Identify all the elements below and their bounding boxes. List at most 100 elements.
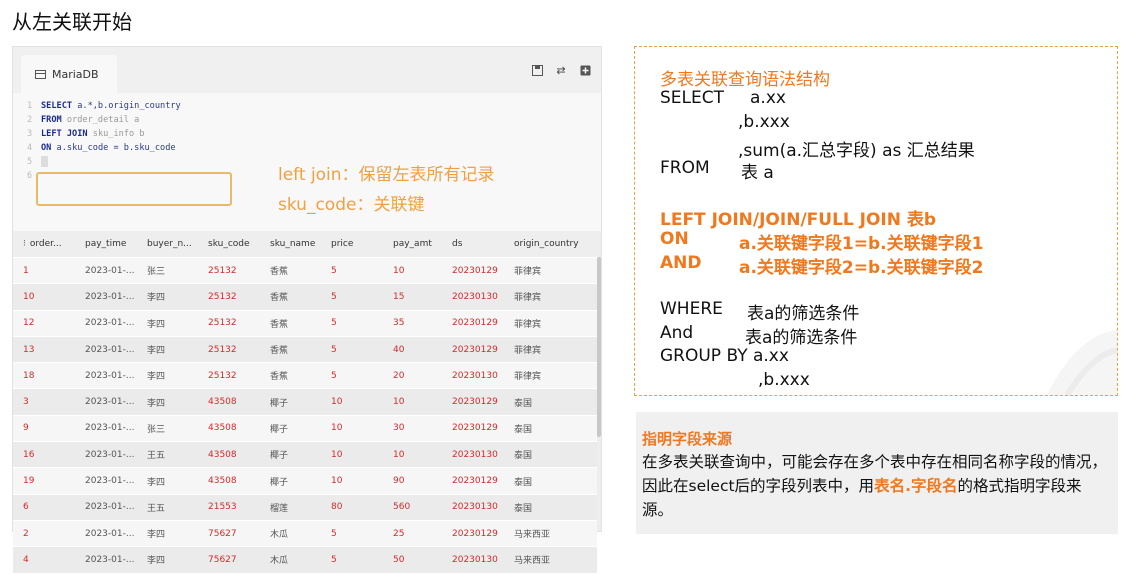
table-cell[interactable]: 9 (13, 423, 75, 433)
table-cell[interactable]: 香蕉 (260, 264, 321, 277)
table-cell[interactable]: 2023-01-... (75, 397, 137, 407)
table-cell[interactable]: 20230130 (442, 502, 504, 512)
table-cell[interactable]: 6 (13, 502, 75, 512)
table-cell[interactable]: 560 (383, 502, 442, 512)
column-header[interactable]: origin_country (504, 239, 597, 249)
table-cell[interactable]: 5 (321, 529, 383, 539)
table-cell[interactable]: 1 (13, 266, 75, 276)
column-header[interactable]: sku_name (260, 239, 321, 249)
table-row[interactable]: 2 2023-01-... 李四 75627 木瓜 5 25 20230129 马来西亚 (13, 520, 597, 548)
table-cell[interactable]: 马来西亚 (504, 527, 597, 540)
table-cell[interactable]: 10 (321, 397, 383, 407)
table-cell[interactable]: 香蕉 (260, 290, 321, 303)
table-cell[interactable]: 80 (321, 502, 383, 512)
table-cell[interactable]: 5 (321, 292, 383, 302)
table-cell[interactable]: 10 (383, 450, 442, 460)
table-cell[interactable]: 3 (13, 397, 75, 407)
table-cell[interactable]: 泰国 (504, 475, 597, 488)
grid-scrollbar[interactable] (597, 257, 601, 437)
table-row[interactable]: 10 2023-01-... 李四 25132 香蕉 5 15 20230130 菲律宾 (13, 284, 597, 311)
table-cell[interactable]: 泰国 (504, 396, 597, 409)
table-cell[interactable]: 20230130 (442, 292, 504, 302)
table-cell[interactable]: 43508 (198, 397, 260, 407)
table-cell[interactable]: 20230129 (442, 397, 504, 407)
table-cell[interactable]: 2 (13, 529, 75, 539)
table-cell[interactable]: 20230129 (442, 266, 504, 276)
table-cell[interactable]: 泰国 (504, 422, 597, 435)
table-row[interactable]: 6 2023-01-... 王五 21553 榴莲 80 560 20230130 泰国 (13, 494, 597, 521)
table-cell[interactable]: 43508 (198, 476, 260, 486)
table-cell[interactable]: 10 (13, 292, 75, 302)
table-cell[interactable]: 菲律宾 (504, 317, 597, 330)
table-cell[interactable]: 21553 (198, 502, 260, 512)
table-cell[interactable]: 20230129 (442, 476, 504, 486)
table-cell[interactable]: 10 (321, 476, 383, 486)
table-cell[interactable]: 李四 (137, 369, 198, 382)
table-cell[interactable]: 泰国 (504, 501, 597, 514)
table-cell[interactable]: 泰国 (504, 448, 597, 461)
table-cell[interactable]: 25132 (198, 292, 260, 302)
sql-editor[interactable]: 1 SELECT a.*,b.origin_country 2 FROM order… (13, 93, 601, 231)
table-cell[interactable]: 18 (13, 371, 75, 381)
table-cell[interactable]: 2023-01-... (75, 318, 137, 328)
save-icon[interactable] (531, 65, 543, 77)
table-cell[interactable]: 张三 (137, 264, 198, 277)
table-cell[interactable]: 16 (13, 450, 75, 460)
table-cell[interactable]: 40 (383, 345, 442, 355)
table-row[interactable]: 3 2023-01-... 李四 43508 椰子 10 10 20230129 泰国 (13, 389, 597, 416)
table-cell[interactable]: 10 (383, 266, 442, 276)
table-cell[interactable]: 2023-01-... (75, 371, 137, 381)
column-header[interactable]: price (321, 239, 383, 249)
table-cell[interactable]: 25 (383, 529, 442, 539)
table-cell[interactable]: 椰子 (260, 475, 321, 488)
table-cell[interactable]: 2023-01-... (75, 292, 137, 302)
column-header[interactable]: sku_code (198, 239, 260, 249)
table-cell[interactable]: 李四 (137, 527, 198, 540)
table-cell[interactable]: 20230130 (442, 450, 504, 460)
table-cell[interactable]: 10 (383, 397, 442, 407)
table-cell[interactable]: 2023-01-... (75, 555, 137, 565)
column-menu-icon[interactable]: ⁝ (23, 239, 26, 249)
column-header[interactable]: buyer_n... (137, 239, 198, 249)
table-cell[interactable]: 2023-01-... (75, 266, 137, 276)
code-area[interactable]: 1 SELECT a.*,b.origin_country 2 FROM order… (27, 99, 181, 183)
table-cell[interactable]: 25132 (198, 345, 260, 355)
table-cell[interactable]: 椰子 (260, 396, 321, 409)
table-cell[interactable]: 90 (383, 476, 442, 486)
table-cell[interactable]: 50 (383, 555, 442, 565)
table-cell[interactable]: 5 (321, 371, 383, 381)
table-row[interactable]: 4 2023-01-... 李四 75627 木瓜 5 50 20230130 马来西亚 (13, 547, 597, 574)
table-cell[interactable]: 椰子 (260, 448, 321, 461)
table-cell[interactable]: 榴莲 (260, 501, 321, 514)
table-cell[interactable]: 李四 (137, 475, 198, 488)
table-cell[interactable]: 5 (321, 555, 383, 565)
table-cell[interactable]: 20230130 (442, 371, 504, 381)
add-icon[interactable] (579, 65, 591, 77)
table-cell[interactable]: 椰子 (260, 422, 321, 435)
table-cell[interactable]: 木瓜 (260, 553, 321, 566)
table-cell[interactable]: 35 (383, 318, 442, 328)
table-cell[interactable]: 木瓜 (260, 527, 321, 540)
table-row[interactable]: 19 2023-01-... 李四 43508 椰子 10 90 20230129 泰国 (13, 468, 597, 495)
table-cell[interactable]: 菲律宾 (504, 290, 597, 303)
table-cell[interactable]: 10 (321, 450, 383, 460)
table-cell[interactable]: 25132 (198, 318, 260, 328)
table-row[interactable]: 9 2023-01-... 张三 43508 椰子 10 30 20230129 泰国 (13, 415, 597, 443)
table-cell[interactable]: 75627 (198, 555, 260, 565)
column-header[interactable]: ⁝ order... (13, 239, 75, 249)
table-cell[interactable]: 25132 (198, 266, 260, 276)
table-row[interactable]: 1 2023-01-... 张三 25132 香蕉 5 10 20230129 菲律宾 (13, 258, 597, 285)
table-cell[interactable]: 李四 (137, 343, 198, 356)
table-cell[interactable]: 15 (383, 292, 442, 302)
table-cell[interactable]: 王五 (137, 448, 198, 461)
table-cell[interactable]: 10 (321, 423, 383, 433)
table-cell[interactable]: 20230129 (442, 423, 504, 433)
table-cell[interactable]: 43508 (198, 450, 260, 460)
table-row[interactable]: 13 2023-01-... 李四 25132 香蕉 5 40 20230129 菲律宾 (13, 336, 597, 364)
table-cell[interactable]: 13 (13, 345, 75, 355)
table-cell[interactable]: 20230129 (442, 345, 504, 355)
table-cell[interactable]: 19 (13, 476, 75, 486)
table-cell[interactable]: 30 (383, 423, 442, 433)
column-header[interactable]: ds (442, 239, 504, 249)
table-cell[interactable]: 4 (13, 555, 75, 565)
